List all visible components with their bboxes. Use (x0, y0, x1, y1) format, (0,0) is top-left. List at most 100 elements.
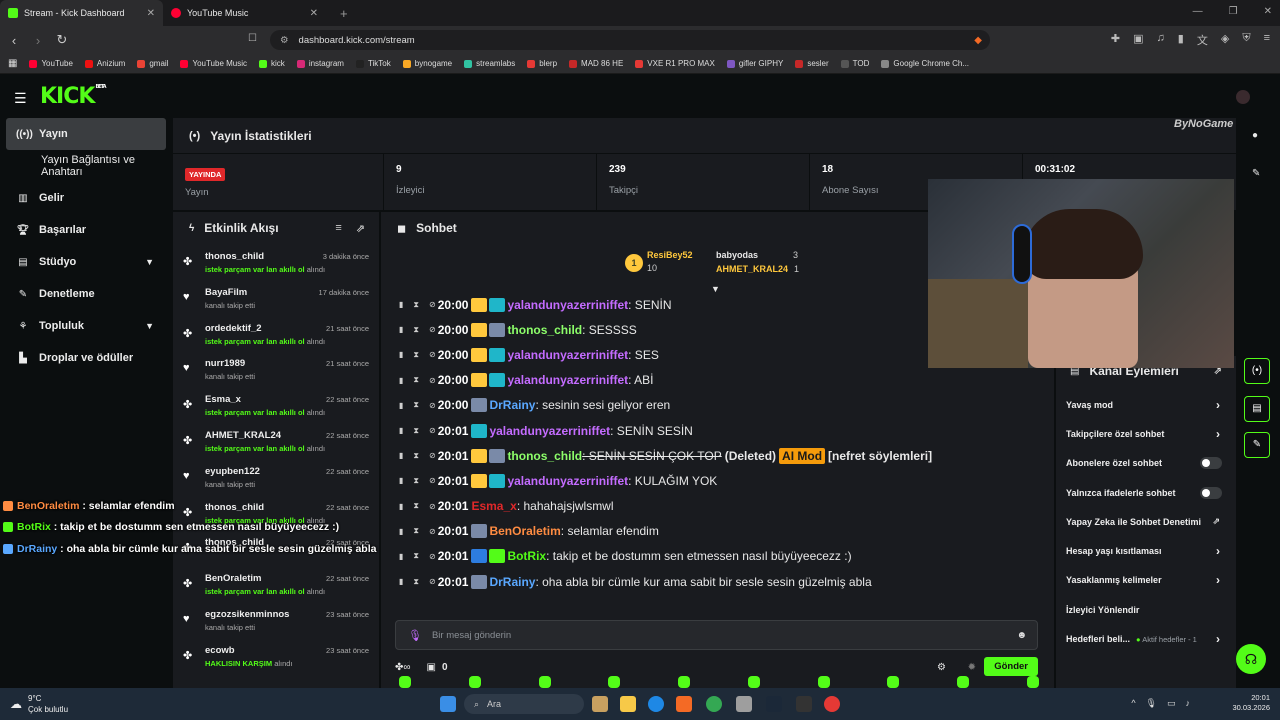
mod-tools-icon[interactable]: ✹ (968, 662, 976, 673)
bookmark-item[interactable]: YouTube Music (180, 59, 247, 68)
pin-icon[interactable]: ▮ (399, 552, 403, 561)
timeout-icon[interactable]: ⧗ (413, 350, 419, 360)
event-username[interactable]: AHMET_KRAL24 (205, 430, 325, 441)
chevron-right-icon[interactable]: › (1216, 398, 1220, 412)
chevron-right-icon[interactable]: › (1216, 573, 1220, 587)
channel-action[interactable]: Takipçilere özel sohbet › (1056, 419, 1236, 448)
back-icon[interactable]: ‹ (4, 33, 24, 48)
toggle-switch[interactable] (1200, 457, 1222, 470)
timeout-icon[interactable]: ⧗ (413, 400, 419, 410)
reload-icon[interactable]: ↻ (52, 32, 72, 48)
rail-stream-button[interactable]: (•) (1244, 358, 1270, 384)
brave-shield-icon[interactable]: ◆ (974, 35, 982, 46)
chevron-down-icon[interactable]: ▼ (145, 321, 154, 331)
points-icon[interactable]: ✤∞ (395, 662, 411, 673)
chat-username[interactable]: thonos_child (507, 449, 582, 463)
pin-icon[interactable]: ▮ (399, 476, 403, 485)
chat-username[interactable]: BotRix (507, 549, 546, 563)
timeout-icon[interactable]: ⧗ (413, 300, 419, 310)
chevron-down-icon[interactable]: ▼ (145, 257, 154, 267)
address-bar[interactable]: ⚙ dashboard.kick.com/stream ◆ (270, 30, 990, 50)
event-username[interactable]: thonos_child (205, 251, 325, 262)
timeout-icon[interactable]: ⧗ (413, 551, 419, 561)
calculator-icon[interactable] (736, 696, 752, 712)
help-button[interactable]: ☊ (1236, 644, 1266, 674)
ban-icon[interactable]: ⊘ (429, 476, 436, 485)
ban-icon[interactable]: ⊘ (429, 376, 436, 385)
timeout-icon[interactable]: ⧗ (413, 501, 419, 511)
sidebar-item-gelir[interactable]: ▥ Gelir (0, 182, 172, 214)
chat-username[interactable]: Esma_x (471, 499, 516, 513)
ban-icon[interactable]: ⊘ (429, 451, 436, 460)
tray-chevron-icon[interactable]: ^ (1131, 698, 1135, 709)
pin-icon[interactable]: ▮ (399, 401, 403, 410)
channel-action[interactable]: Hesap yaşı kısıtlaması › (1056, 536, 1236, 565)
music-icon[interactable]: ♫ (1157, 32, 1165, 48)
chat-input[interactable]: 🎙︎ Bir mesaj gönderin ☻ (395, 620, 1038, 650)
close-tab-icon[interactable]: ✕ (310, 8, 318, 19)
widget-icon[interactable] (592, 696, 608, 712)
sidebar-item-droplar[interactable]: ▙ Droplar ve ödüller (0, 342, 172, 374)
chat-username[interactable]: DrRainy (489, 575, 535, 589)
supporter-name[interactable]: AHMET_KRAL24 (716, 264, 788, 274)
event-username[interactable]: Esma_x (205, 394, 325, 405)
brave-icon[interactable] (676, 696, 692, 712)
chat-username[interactable]: yalandunyazerriniffet (507, 298, 628, 312)
pin-icon[interactable]: ▮ (399, 527, 403, 536)
chevron-right-icon[interactable]: › (1216, 544, 1220, 558)
clock[interactable]: 20:01 30.03.2026 (1232, 693, 1270, 713)
taskbar-search[interactable]: ⌕ Ara (464, 694, 584, 714)
bookmark-item[interactable]: sesler (795, 59, 829, 68)
gift-icon[interactable]: ▣ (427, 662, 436, 673)
microphone-icon[interactable]: 🎙︎ (408, 629, 422, 642)
sidebar-item-studyo[interactable]: ▤ Stüdyo ▼ (0, 246, 172, 278)
channel-action[interactable]: Hedefleri beli... ● Aktif hedefler - 1 › (1056, 624, 1236, 653)
pin-icon[interactable]: ▮ (399, 426, 403, 435)
chat-username[interactable]: thonos_child (507, 323, 582, 337)
external-link-icon[interactable]: ⇗ (1212, 516, 1220, 527)
mic-tray-icon[interactable]: 🎙︎ (1146, 698, 1157, 709)
bookmark-item[interactable]: gifler GIPHY (726, 59, 783, 68)
bookmark-item[interactable]: YouTube (29, 59, 73, 68)
screenshot-icon[interactable]: ▣ (1133, 32, 1143, 48)
bookmark-item[interactable]: VXE R1 PRO MAX (635, 59, 715, 68)
user-avatar[interactable] (1236, 90, 1250, 104)
chat-username[interactable]: yalandunyazerriniffet (507, 474, 628, 488)
bookmark-item[interactable]: instagram (296, 59, 344, 68)
ban-icon[interactable]: ⊘ (429, 577, 436, 586)
bookmark-item[interactable]: kick (259, 59, 285, 68)
browser-tab-youtube-music[interactable]: YouTube Music ✕ (163, 0, 326, 26)
emoji-icon[interactable]: ☻ (1016, 630, 1027, 641)
event-username[interactable]: BenOraletim (205, 573, 325, 584)
chevron-right-icon[interactable]: › (1216, 632, 1220, 646)
close-tab-icon[interactable]: ✕ (147, 8, 155, 19)
sidebar-item-basarilar[interactable]: 🏆︎ Başarılar (0, 214, 172, 246)
pin-icon[interactable]: ▮ (399, 350, 403, 359)
close-window-icon[interactable]: ✕ (1264, 6, 1272, 17)
pin-icon[interactable]: ▮ (399, 577, 403, 586)
vpn-icon[interactable]: ⛨ (1242, 32, 1250, 48)
pin-icon[interactable]: ▮ (399, 502, 403, 511)
windows-start-icon[interactable] (440, 696, 456, 712)
timeout-icon[interactable]: ⧗ (413, 526, 419, 536)
supporter-name[interactable]: ResiBey52 (647, 250, 693, 260)
timeout-icon[interactable]: ⧗ (413, 325, 419, 335)
browser-tab-kick[interactable]: Stream - Kick Dashboard ✕ (0, 0, 163, 26)
bookmark-item[interactable]: blerp (527, 59, 557, 68)
bookmark-item[interactable]: Google Chrome Ch... (881, 59, 969, 68)
event-username[interactable]: ordedektif_2 (205, 323, 325, 334)
channel-action[interactable]: Yavaş mod › (1056, 390, 1236, 419)
timeout-icon[interactable]: ⧗ (413, 451, 419, 461)
menu-icon[interactable]: ≡ (1264, 32, 1270, 48)
channel-action[interactable]: Yapay Zeka ile Sohbet Denetimi ⇗ (1056, 507, 1236, 536)
channel-action[interactable]: Yasaklanmış kelimeler › (1056, 566, 1236, 595)
ban-icon[interactable]: ⊘ (429, 552, 436, 561)
new-tab-icon[interactable]: + (340, 6, 348, 21)
bookmark-item[interactable]: bynogame (402, 59, 452, 68)
timeout-icon[interactable]: ⧗ (413, 375, 419, 385)
kick-logo[interactable]: KICKBETA (40, 84, 107, 109)
edge-icon[interactable] (648, 696, 664, 712)
bookmark-item[interactable]: MAD 86 HE (569, 59, 623, 68)
minimize-icon[interactable]: — (1193, 6, 1203, 17)
extensions-icon[interactable]: ✚ (1111, 32, 1120, 48)
